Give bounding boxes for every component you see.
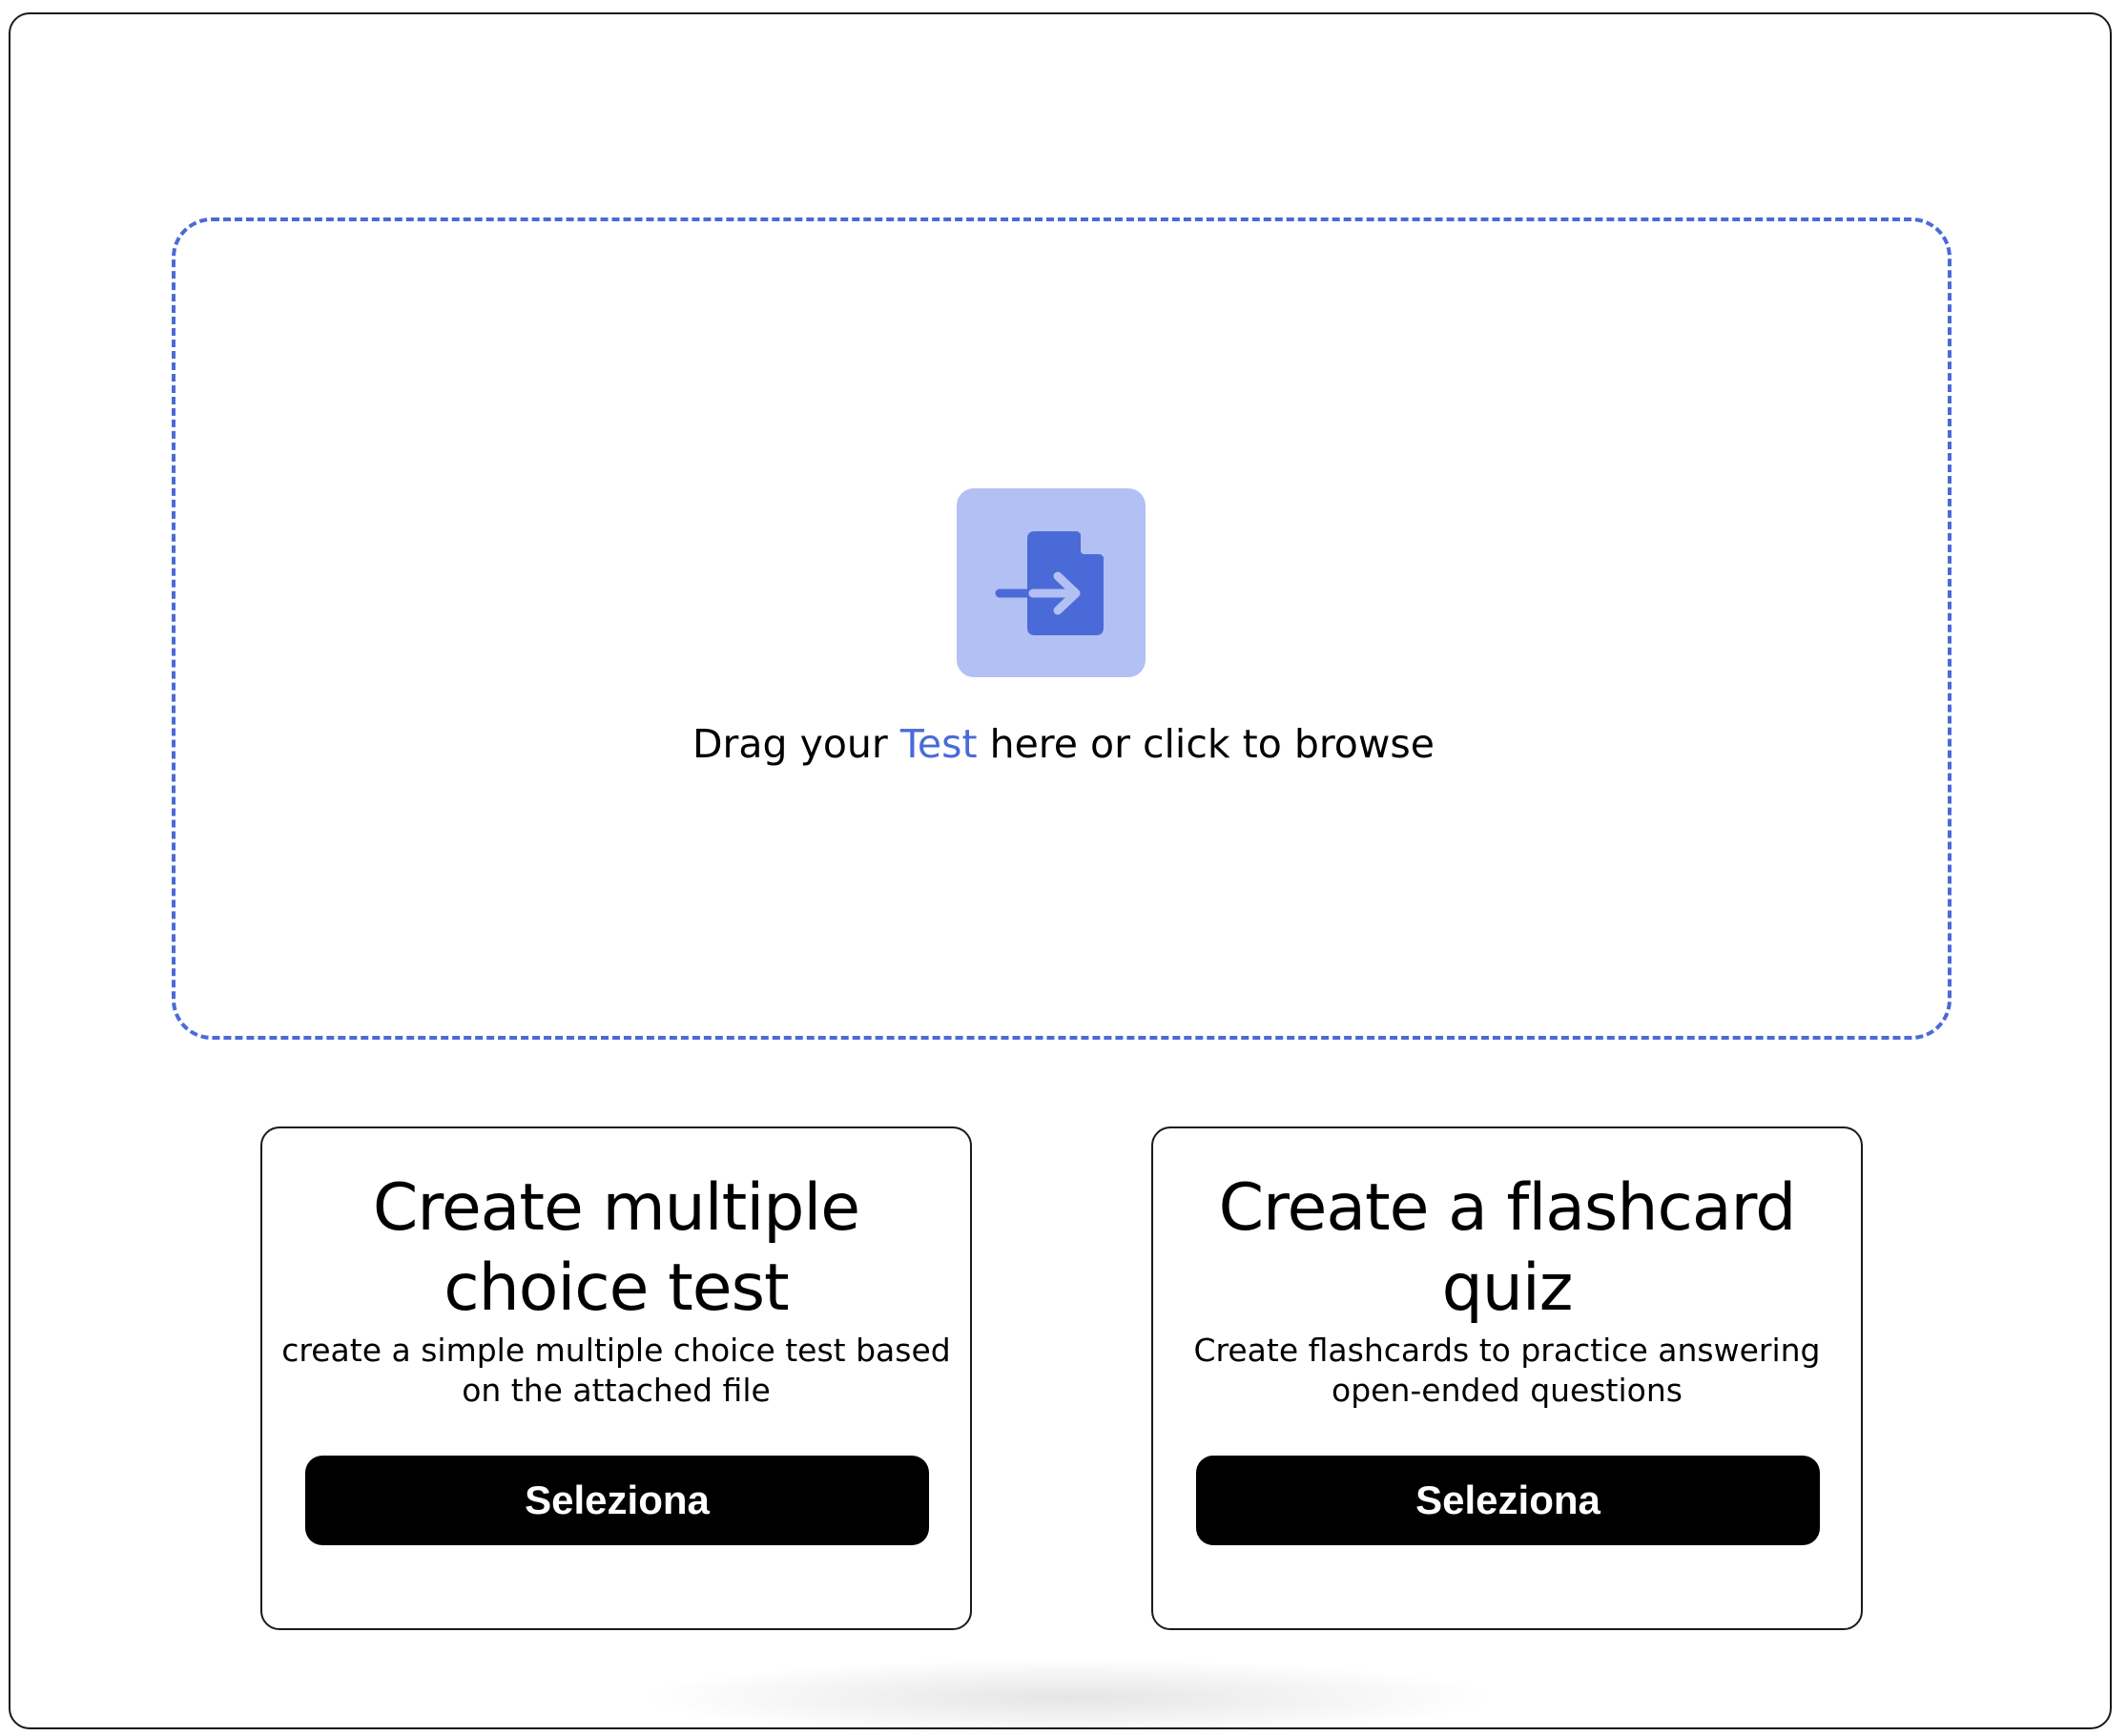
select-flashcard-button[interactable]: Seleziona (1196, 1456, 1820, 1545)
card-description: create a simple multiple choice test bas… (281, 1332, 951, 1409)
multiple-choice-card: Create multiple choice test create a sim… (260, 1126, 972, 1630)
card-title: Create a flashcard quiz (1218, 1170, 1797, 1326)
dropzone-text-before: Drag your (692, 721, 900, 767)
card-title: Create multiple choice test (372, 1170, 860, 1326)
dropzone-instructions[interactable]: Drag your Test here or click to browse (0, 717, 2127, 771)
card-description: Create flashcards to practice answering … (1193, 1332, 1821, 1409)
dropzone-text-accent: Test (899, 721, 978, 767)
file-import-icon[interactable] (957, 488, 1146, 677)
dropzone-text-after: here or click to browse (977, 721, 1435, 767)
bottom-shadow (649, 1660, 1488, 1736)
select-multiple-choice-button[interactable]: Seleziona (305, 1456, 929, 1545)
flashcard-quiz-card: Create a flashcard quiz Create flashcard… (1151, 1126, 1863, 1630)
file-import-icon-graphic (995, 531, 1104, 635)
